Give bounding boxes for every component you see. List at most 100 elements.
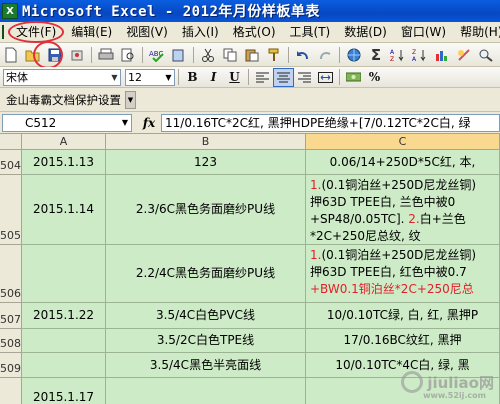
menu-tools[interactable]: 工具(T): [283, 23, 338, 42]
cell-product[interactable]: 3.5/4C白色PVC线: [106, 303, 306, 329]
row-header[interactable]: 506: [0, 245, 22, 303]
cell-date[interactable]: 2015.1.13: [22, 150, 106, 175]
title-bar: X Microsoft Excel - 2012年月份样板单表: [0, 0, 500, 22]
cell-spec[interactable]: 1.(0.1铜泊丝+250D尼龙丝铜) 押63D TPEE白, 兰色中被0 +SP4…: [306, 175, 500, 245]
cut-icon[interactable]: [197, 45, 219, 65]
hyperlink-icon[interactable]: [343, 45, 365, 65]
red-index-label: 1.: [310, 248, 322, 262]
row-header[interactable]: 509: [0, 353, 22, 378]
cell-product[interactable]: 3.5/4C黑色半亮面线: [106, 353, 306, 378]
cell-spec[interactable]: 17/0.16BC纹红, 黑押: [306, 329, 500, 353]
research-icon[interactable]: [168, 45, 190, 65]
insert-function-icon[interactable]: fx: [139, 116, 159, 130]
cell-spec-line: 押63D TPEE白, 兰色中被0: [310, 195, 456, 209]
menu-edit[interactable]: 编辑(E): [64, 23, 119, 42]
currency-style-icon[interactable]: [343, 68, 364, 87]
watermark-text: jiuliao网: [427, 373, 494, 392]
autosum-icon[interactable]: Σ: [365, 45, 387, 65]
print-preview-icon[interactable]: [117, 45, 139, 65]
cell-spec[interactable]: 0.06/14+250D*5C红, 本,: [306, 150, 500, 175]
new-document-icon[interactable]: [0, 45, 22, 65]
cell-spec-line: 押63D TPEE白, 红色中被0.7: [310, 265, 467, 279]
cell-date[interactable]: 2015.1.14: [22, 175, 106, 245]
column-header-a[interactable]: A: [22, 134, 106, 150]
align-right-icon[interactable]: [294, 68, 315, 87]
align-left-icon[interactable]: [252, 68, 273, 87]
cell-spec-line: +BW0.1铜泊丝*2C+250尼总: [310, 282, 474, 296]
font-size-select[interactable]: 12 ▼: [125, 68, 175, 86]
menu-data[interactable]: 数据(D): [337, 23, 394, 42]
cell-date[interactable]: [22, 353, 106, 378]
cell-product[interactable]: 2.2/4C黑色务面磨纱PU线: [106, 245, 306, 303]
cell-product[interactable]: 3.5/2C白色TPE线: [106, 329, 306, 353]
cell-date[interactable]: 2015.1.17: [22, 378, 106, 404]
italic-button[interactable]: I: [203, 68, 224, 87]
document-protection-button[interactable]: 金山毒霸文档保护设置: [2, 90, 125, 110]
column-header-c[interactable]: C: [306, 134, 500, 150]
cell-spec-line: 17/0.16BC纹红, 黑押: [343, 333, 462, 347]
row-header[interactable]: 505: [0, 175, 22, 245]
redo-icon[interactable]: [314, 45, 336, 65]
undo-icon[interactable]: [292, 45, 314, 65]
cell-spec[interactable]: 1.(0.1铜泊丝+250D尼龙丝铜) 押63D TPEE白, 红色中被0.7 +B…: [306, 245, 500, 303]
excel-app-icon[interactable]: X: [2, 3, 18, 19]
print-icon[interactable]: [95, 45, 117, 65]
cell-spec[interactable]: 10/0.10TC绿, 白, 红, 黑押P: [306, 303, 500, 329]
formatting-toolbar: 宋体 ▼ 12 ▼ B I U %: [0, 67, 500, 88]
red-index-label: 1.: [310, 178, 322, 192]
permission-icon[interactable]: [66, 45, 88, 65]
cell-product[interactable]: 2.3/6C黑色务面磨纱PU线: [106, 175, 306, 245]
chevron-down-icon[interactable]: ▼: [163, 73, 174, 82]
row-header[interactable]: 504: [0, 150, 22, 175]
name-box-value: C512: [25, 115, 57, 130]
sort-ascending-icon[interactable]: AZ: [387, 45, 409, 65]
toolbar-separator: [193, 46, 194, 63]
format-painter-icon[interactable]: [263, 45, 285, 65]
paste-icon[interactable]: [241, 45, 263, 65]
formula-input[interactable]: 11/0.16TC*2C红, 黑押HDPE绝缘+[7/0.12TC*2C白, 绿: [161, 113, 500, 132]
kingsoft-toolbar: 金山毒霸文档保护设置 ▼: [0, 88, 500, 112]
row-header[interactable]: 510: [0, 378, 22, 404]
menu-format[interactable]: 格式(O): [226, 23, 283, 42]
cell-spec-line: 10/0.10TC绿, 白, 红, 黑押P: [326, 308, 479, 322]
cell-date[interactable]: [22, 245, 106, 303]
copy-icon[interactable]: [219, 45, 241, 65]
cell-product[interactable]: 123: [106, 150, 306, 175]
toolbar-separator: [142, 46, 143, 63]
underline-button[interactable]: U: [224, 68, 245, 87]
chevron-down-icon[interactable]: ▼: [109, 73, 120, 82]
menu-bar: 文件(F) 编辑(E) 视图(V) 插入(I) 格式(O) 工具(T) 数据(D…: [0, 21, 500, 43]
cell-product[interactable]: [106, 378, 306, 404]
watermark-logo-icon: [401, 371, 424, 393]
menu-view[interactable]: 视图(V): [119, 23, 175, 42]
cell-spec-line: 0.06/14+250D*5C红, 本,: [329, 154, 476, 169]
font-name-select[interactable]: 宋体 ▼: [3, 68, 121, 86]
zoom-icon[interactable]: [475, 45, 497, 65]
drawing-icon[interactable]: [453, 45, 475, 65]
chevron-down-icon[interactable]: ▼: [125, 90, 136, 109]
bold-button[interactable]: B: [182, 68, 203, 87]
select-all-corner[interactable]: [0, 134, 22, 150]
cell-spec-line: +SP48/0.05TC]. 2.白+兰色: [310, 212, 466, 226]
cell-date[interactable]: [22, 329, 106, 353]
chart-wizard-icon[interactable]: [431, 45, 453, 65]
merge-center-icon[interactable]: [315, 68, 336, 87]
align-center-icon[interactable]: [273, 67, 294, 87]
row-header[interactable]: 508: [0, 329, 22, 353]
column-header-b[interactable]: B: [106, 134, 306, 150]
chevron-down-icon[interactable]: ▼: [119, 118, 131, 127]
row-header[interactable]: 507: [0, 303, 22, 329]
percent-style-button[interactable]: %: [364, 68, 385, 87]
sort-descending-icon[interactable]: ZA: [409, 45, 431, 65]
window-title: Microsoft Excel - 2012年月份样板单表: [22, 4, 320, 20]
menu-insert[interactable]: 插入(I): [175, 23, 226, 42]
workbook-icon[interactable]: [2, 25, 4, 39]
svg-text:A: A: [412, 56, 417, 62]
menu-window[interactable]: 窗口(W): [394, 23, 453, 42]
menu-help[interactable]: 帮助(H): [453, 23, 500, 42]
spreadsheet-grid: A B C 504 2015.1.13 123 0.06/14+250D*5C红, 本…: [0, 134, 500, 404]
menu-file[interactable]: 文件(F): [8, 21, 65, 43]
spelling-icon[interactable]: ABC: [146, 45, 168, 65]
cell-date[interactable]: 2015.1.22: [22, 303, 106, 329]
name-box[interactable]: C512 ▼: [2, 113, 132, 132]
